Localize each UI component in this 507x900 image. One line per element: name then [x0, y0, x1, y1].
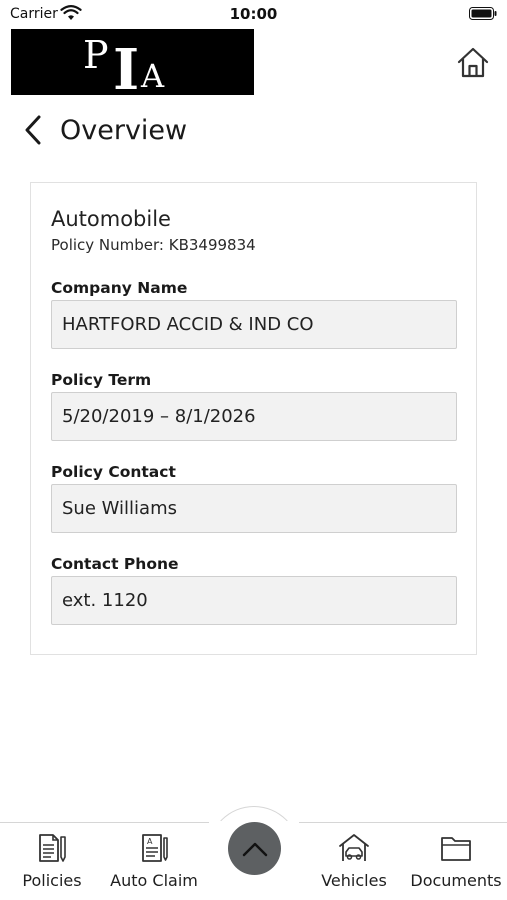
- logo-lettering: P I A: [83, 33, 193, 95]
- home-icon[interactable]: [456, 46, 490, 80]
- company-name-field: HARTFORD ACCID & IND CO: [51, 300, 457, 349]
- chevron-left-icon: [25, 115, 41, 145]
- policies-document-icon: [39, 834, 66, 862]
- nav-item-auto-claim[interactable]: A Auto Claim: [106, 823, 202, 900]
- logo-letter-i: I: [113, 37, 140, 95]
- logo-letter-p: P: [83, 33, 109, 77]
- policy-type: Automobile: [51, 207, 171, 231]
- contact-phone-label: Contact Phone: [51, 555, 179, 573]
- logo-letter-a: A: [141, 57, 165, 95]
- chevron-up-icon: [242, 842, 267, 856]
- vehicle-garage-icon: [339, 834, 369, 861]
- svg-text:A: A: [147, 837, 153, 846]
- company-name-label: Company Name: [51, 279, 188, 297]
- nav-label-documents: Documents: [410, 871, 502, 890]
- policy-contact-label: Policy Contact: [51, 463, 176, 481]
- policy-contact-field: Sue Williams: [51, 484, 457, 533]
- policy-term-label: Policy Term: [51, 371, 152, 389]
- auto-claim-form-icon: A: [142, 834, 168, 862]
- pia-logo: P I A: [11, 29, 254, 95]
- nav-item-documents[interactable]: Documents: [406, 823, 506, 900]
- nav-label-policies: Policies: [22, 871, 82, 890]
- status-bar: Carrier 10:00: [0, 0, 507, 28]
- contact-phone-field: ext. 1120: [51, 576, 457, 625]
- nav-item-policies[interactable]: Policies: [14, 823, 90, 900]
- policy-term-field: 5/20/2019 – 8/1/2026: [51, 392, 457, 441]
- policy-card: Automobile Policy Number: KB3499834 Comp…: [30, 182, 477, 655]
- back-button[interactable]: Overview: [22, 110, 187, 150]
- policy-number: Policy Number: KB3499834: [51, 236, 256, 254]
- scroll-up-button[interactable]: [228, 822, 281, 875]
- nav-item-vehicles[interactable]: Vehicles: [314, 823, 394, 900]
- battery-icon: [469, 7, 497, 20]
- folder-icon: [441, 837, 471, 861]
- nav-label-vehicles: Vehicles: [321, 871, 387, 890]
- nav-label-auto-claim: Auto Claim: [110, 871, 198, 890]
- status-time: 10:00: [229, 5, 278, 23]
- page-title: Overview: [60, 114, 188, 146]
